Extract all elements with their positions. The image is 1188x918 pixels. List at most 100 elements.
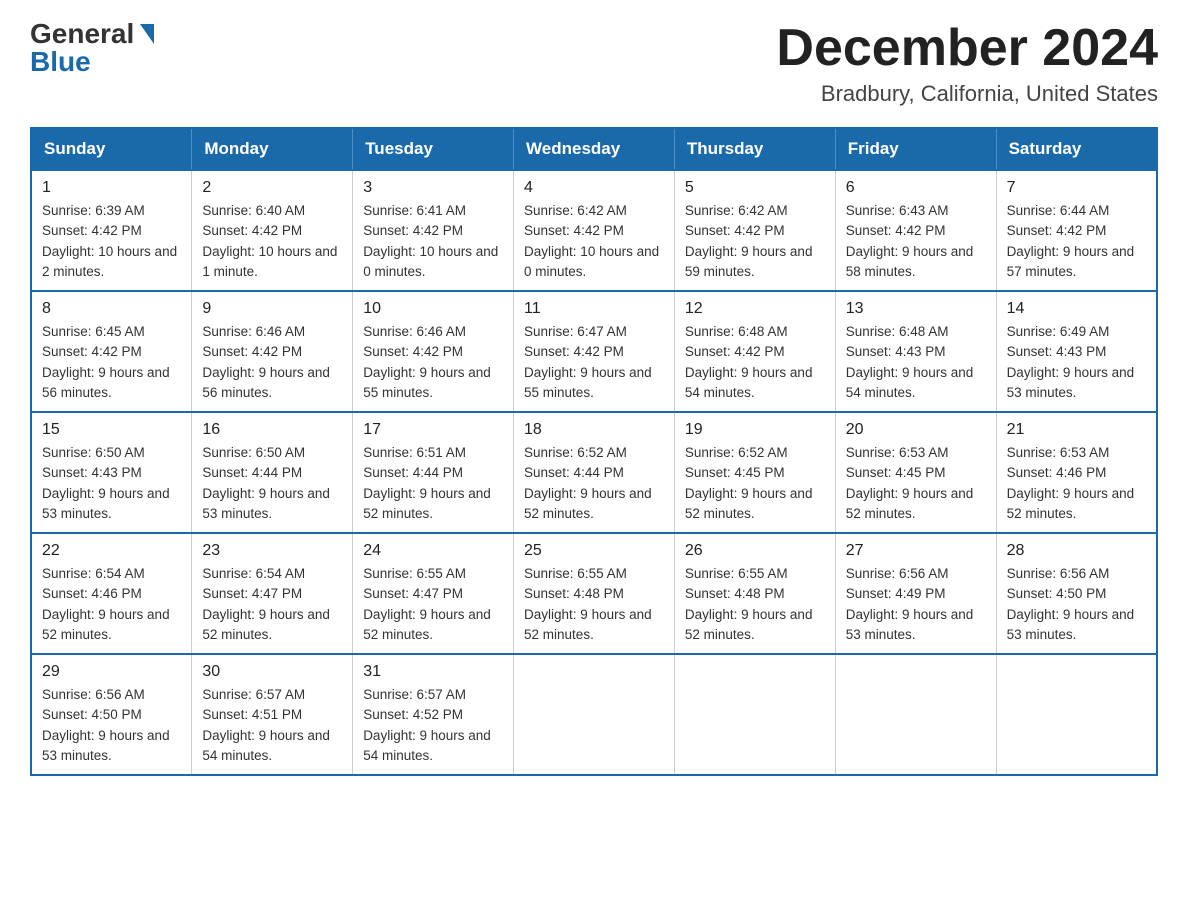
calendar-week-row: 1 Sunrise: 6:39 AM Sunset: 4:42 PM Dayli… — [31, 170, 1157, 291]
calendar-day-cell: 10 Sunrise: 6:46 AM Sunset: 4:42 PM Dayl… — [353, 291, 514, 412]
day-info: Sunrise: 6:55 AM Sunset: 4:47 PM Dayligh… — [363, 564, 503, 645]
day-info: Sunrise: 6:57 AM Sunset: 4:51 PM Dayligh… — [202, 685, 342, 766]
day-number: 13 — [846, 300, 986, 318]
calendar-day-cell: 23 Sunrise: 6:54 AM Sunset: 4:47 PM Dayl… — [192, 533, 353, 654]
calendar-day-cell: 25 Sunrise: 6:55 AM Sunset: 4:48 PM Dayl… — [514, 533, 675, 654]
day-info: Sunrise: 6:45 AM Sunset: 4:42 PM Dayligh… — [42, 322, 181, 403]
day-number: 23 — [202, 542, 342, 560]
day-info: Sunrise: 6:42 AM Sunset: 4:42 PM Dayligh… — [685, 201, 825, 282]
day-info: Sunrise: 6:54 AM Sunset: 4:46 PM Dayligh… — [42, 564, 181, 645]
calendar-day-cell: 11 Sunrise: 6:47 AM Sunset: 4:42 PM Dayl… — [514, 291, 675, 412]
day-of-week-header: Friday — [835, 128, 996, 170]
day-info: Sunrise: 6:53 AM Sunset: 4:45 PM Dayligh… — [846, 443, 986, 524]
day-of-week-header: Monday — [192, 128, 353, 170]
day-number: 11 — [524, 300, 664, 318]
day-number: 2 — [202, 179, 342, 197]
day-number: 3 — [363, 179, 503, 197]
calendar-day-cell: 24 Sunrise: 6:55 AM Sunset: 4:47 PM Dayl… — [353, 533, 514, 654]
calendar-day-cell — [514, 654, 675, 775]
calendar-day-cell: 28 Sunrise: 6:56 AM Sunset: 4:50 PM Dayl… — [996, 533, 1157, 654]
location-text: Bradbury, California, United States — [776, 81, 1158, 107]
day-info: Sunrise: 6:56 AM Sunset: 4:50 PM Dayligh… — [42, 685, 181, 766]
day-number: 7 — [1007, 179, 1146, 197]
day-number: 10 — [363, 300, 503, 318]
day-of-week-header: Wednesday — [514, 128, 675, 170]
day-info: Sunrise: 6:47 AM Sunset: 4:42 PM Dayligh… — [524, 322, 664, 403]
title-section: December 2024 Bradbury, California, Unit… — [776, 20, 1158, 107]
calendar-day-cell: 2 Sunrise: 6:40 AM Sunset: 4:42 PM Dayli… — [192, 170, 353, 291]
day-of-week-header: Thursday — [674, 128, 835, 170]
calendar-day-cell: 16 Sunrise: 6:50 AM Sunset: 4:44 PM Dayl… — [192, 412, 353, 533]
logo-general-text: General — [30, 20, 134, 48]
calendar-day-cell: 21 Sunrise: 6:53 AM Sunset: 4:46 PM Dayl… — [996, 412, 1157, 533]
day-number: 18 — [524, 421, 664, 439]
day-info: Sunrise: 6:55 AM Sunset: 4:48 PM Dayligh… — [524, 564, 664, 645]
day-info: Sunrise: 6:51 AM Sunset: 4:44 PM Dayligh… — [363, 443, 503, 524]
calendar-day-cell: 18 Sunrise: 6:52 AM Sunset: 4:44 PM Dayl… — [514, 412, 675, 533]
calendar-week-row: 22 Sunrise: 6:54 AM Sunset: 4:46 PM Dayl… — [31, 533, 1157, 654]
calendar-day-cell: 5 Sunrise: 6:42 AM Sunset: 4:42 PM Dayli… — [674, 170, 835, 291]
calendar-day-cell: 15 Sunrise: 6:50 AM Sunset: 4:43 PM Dayl… — [31, 412, 192, 533]
day-number: 21 — [1007, 421, 1146, 439]
day-number: 29 — [42, 663, 181, 681]
day-info: Sunrise: 6:54 AM Sunset: 4:47 PM Dayligh… — [202, 564, 342, 645]
day-number: 27 — [846, 542, 986, 560]
day-number: 6 — [846, 179, 986, 197]
day-number: 26 — [685, 542, 825, 560]
day-number: 8 — [42, 300, 181, 318]
calendar-header-row: SundayMondayTuesdayWednesdayThursdayFrid… — [31, 128, 1157, 170]
day-info: Sunrise: 6:48 AM Sunset: 4:43 PM Dayligh… — [846, 322, 986, 403]
calendar-day-cell: 7 Sunrise: 6:44 AM Sunset: 4:42 PM Dayli… — [996, 170, 1157, 291]
day-number: 1 — [42, 179, 181, 197]
calendar-day-cell: 1 Sunrise: 6:39 AM Sunset: 4:42 PM Dayli… — [31, 170, 192, 291]
day-number: 4 — [524, 179, 664, 197]
day-number: 12 — [685, 300, 825, 318]
day-of-week-header: Sunday — [31, 128, 192, 170]
calendar-day-cell: 20 Sunrise: 6:53 AM Sunset: 4:45 PM Dayl… — [835, 412, 996, 533]
day-info: Sunrise: 6:50 AM Sunset: 4:43 PM Dayligh… — [42, 443, 181, 524]
day-number: 30 — [202, 663, 342, 681]
day-of-week-header: Saturday — [996, 128, 1157, 170]
day-number: 19 — [685, 421, 825, 439]
day-number: 31 — [363, 663, 503, 681]
calendar-day-cell — [835, 654, 996, 775]
day-info: Sunrise: 6:44 AM Sunset: 4:42 PM Dayligh… — [1007, 201, 1146, 282]
calendar-day-cell: 9 Sunrise: 6:46 AM Sunset: 4:42 PM Dayli… — [192, 291, 353, 412]
logo-triangle-icon — [140, 24, 154, 44]
calendar-day-cell — [996, 654, 1157, 775]
calendar-day-cell: 19 Sunrise: 6:52 AM Sunset: 4:45 PM Dayl… — [674, 412, 835, 533]
calendar-day-cell: 29 Sunrise: 6:56 AM Sunset: 4:50 PM Dayl… — [31, 654, 192, 775]
calendar-day-cell: 27 Sunrise: 6:56 AM Sunset: 4:49 PM Dayl… — [835, 533, 996, 654]
day-number: 28 — [1007, 542, 1146, 560]
day-number: 15 — [42, 421, 181, 439]
day-info: Sunrise: 6:56 AM Sunset: 4:50 PM Dayligh… — [1007, 564, 1146, 645]
day-number: 16 — [202, 421, 342, 439]
day-info: Sunrise: 6:56 AM Sunset: 4:49 PM Dayligh… — [846, 564, 986, 645]
calendar-week-row: 15 Sunrise: 6:50 AM Sunset: 4:43 PM Dayl… — [31, 412, 1157, 533]
day-info: Sunrise: 6:42 AM Sunset: 4:42 PM Dayligh… — [524, 201, 664, 282]
day-info: Sunrise: 6:41 AM Sunset: 4:42 PM Dayligh… — [363, 201, 503, 282]
calendar-day-cell: 8 Sunrise: 6:45 AM Sunset: 4:42 PM Dayli… — [31, 291, 192, 412]
day-number: 9 — [202, 300, 342, 318]
day-info: Sunrise: 6:53 AM Sunset: 4:46 PM Dayligh… — [1007, 443, 1146, 524]
day-info: Sunrise: 6:40 AM Sunset: 4:42 PM Dayligh… — [202, 201, 342, 282]
calendar-day-cell: 30 Sunrise: 6:57 AM Sunset: 4:51 PM Dayl… — [192, 654, 353, 775]
month-title: December 2024 — [776, 20, 1158, 77]
calendar-day-cell: 14 Sunrise: 6:49 AM Sunset: 4:43 PM Dayl… — [996, 291, 1157, 412]
calendar-day-cell: 17 Sunrise: 6:51 AM Sunset: 4:44 PM Dayl… — [353, 412, 514, 533]
day-info: Sunrise: 6:49 AM Sunset: 4:43 PM Dayligh… — [1007, 322, 1146, 403]
day-number: 17 — [363, 421, 503, 439]
calendar-week-row: 29 Sunrise: 6:56 AM Sunset: 4:50 PM Dayl… — [31, 654, 1157, 775]
day-number: 24 — [363, 542, 503, 560]
calendar-day-cell: 6 Sunrise: 6:43 AM Sunset: 4:42 PM Dayli… — [835, 170, 996, 291]
page-header: General Blue December 2024 Bradbury, Cal… — [30, 20, 1158, 107]
calendar-day-cell: 4 Sunrise: 6:42 AM Sunset: 4:42 PM Dayli… — [514, 170, 675, 291]
logo: General Blue — [30, 20, 154, 76]
calendar-day-cell: 26 Sunrise: 6:55 AM Sunset: 4:48 PM Dayl… — [674, 533, 835, 654]
calendar-table: SundayMondayTuesdayWednesdayThursdayFrid… — [30, 127, 1158, 776]
day-number: 14 — [1007, 300, 1146, 318]
day-number: 25 — [524, 542, 664, 560]
day-info: Sunrise: 6:46 AM Sunset: 4:42 PM Dayligh… — [202, 322, 342, 403]
day-info: Sunrise: 6:39 AM Sunset: 4:42 PM Dayligh… — [42, 201, 181, 282]
calendar-day-cell: 22 Sunrise: 6:54 AM Sunset: 4:46 PM Dayl… — [31, 533, 192, 654]
